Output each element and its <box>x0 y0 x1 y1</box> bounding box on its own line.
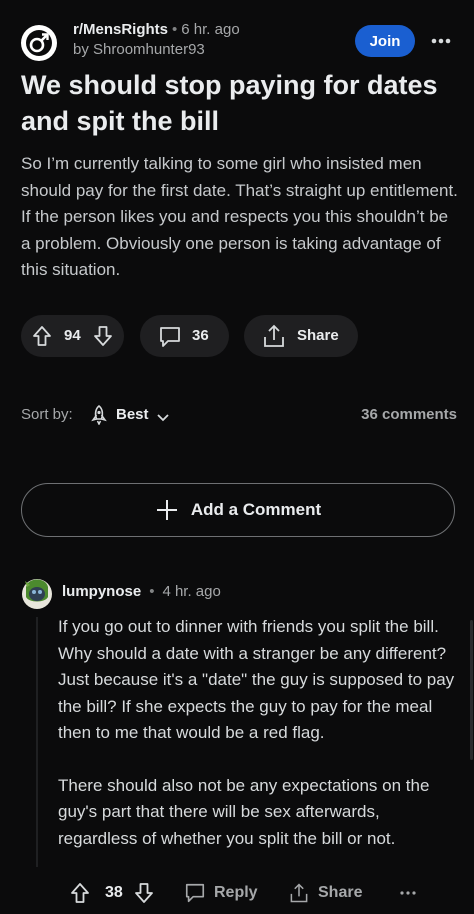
chevron-down-icon[interactable] <box>157 409 169 426</box>
comment-author[interactable]: lumpynose <box>62 583 141 600</box>
downvote-icon[interactable] <box>93 325 113 347</box>
reply-button[interactable]: Reply <box>184 880 258 906</box>
share-label: Share <box>297 327 339 344</box>
more-options-icon[interactable] <box>426 30 456 52</box>
sort-label: Sort by: <box>21 406 73 423</box>
comment-share-label: Share <box>318 884 363 901</box>
scrollbar[interactable] <box>470 620 473 760</box>
comments-button[interactable]: 36 <box>140 315 229 357</box>
comment-count: 36 <box>192 327 209 344</box>
comment-meta: lumpynose • 4 hr. ago <box>62 583 221 600</box>
vote-count: 94 <box>64 327 81 344</box>
subreddit-avatar-icon[interactable] <box>21 25 57 61</box>
meta-separator: • <box>172 21 178 38</box>
comment-vote-count: 38 <box>105 884 123 901</box>
comment-share-button[interactable]: Share <box>288 880 362 906</box>
sort-row: Sort by: Best 36 comments <box>21 403 457 427</box>
comment-bubble-icon <box>158 325 182 349</box>
share-button[interactable]: Share <box>244 315 358 357</box>
comment-actions: 38 Reply Share <box>70 880 430 906</box>
comment-upvote-icon[interactable] <box>70 880 90 906</box>
comment-paragraph: If you go out to dinner with friends you… <box>58 617 455 742</box>
add-comment-label: Add a Comment <box>190 500 322 519</box>
comment-body: If you go out to dinner with friends you… <box>58 614 456 852</box>
meta-separator: • <box>149 583 155 600</box>
post-author[interactable]: by Shroomhunter93 <box>73 40 240 60</box>
add-comment-button[interactable]: Add a Comment <box>21 483 455 537</box>
comment-paragraph: There should also not be any expectation… <box>58 775 430 848</box>
join-button[interactable]: Join <box>355 25 415 57</box>
comments-count-label: 36 comments <box>361 406 457 423</box>
post-title: We should stop paying for dates and spit… <box>21 70 438 136</box>
share-icon <box>262 323 286 349</box>
avatar[interactable] <box>21 573 53 610</box>
thread-line[interactable] <box>36 617 38 867</box>
comment-age: 4 hr. ago <box>162 583 221 600</box>
reply-label: Reply <box>214 884 258 901</box>
post-body: So I’m currently talking to some girl wh… <box>21 154 458 279</box>
rocket-icon[interactable] <box>90 404 108 429</box>
post-age: 6 hr. ago <box>181 21 240 38</box>
comment-downvote-icon[interactable] <box>134 880 154 906</box>
vote-bar: 94 <box>21 315 124 357</box>
sort-value[interactable]: Best <box>116 406 149 423</box>
plus-icon <box>156 500 177 520</box>
share-icon <box>290 883 308 903</box>
comment-more-icon[interactable] <box>400 880 416 906</box>
reply-icon <box>185 883 205 903</box>
post-meta: r/MensRights • 6 hr. ago by Shroomhunter93 <box>73 20 240 60</box>
upvote-icon[interactable] <box>32 325 52 347</box>
subreddit-name[interactable]: r/MensRights <box>73 21 168 38</box>
